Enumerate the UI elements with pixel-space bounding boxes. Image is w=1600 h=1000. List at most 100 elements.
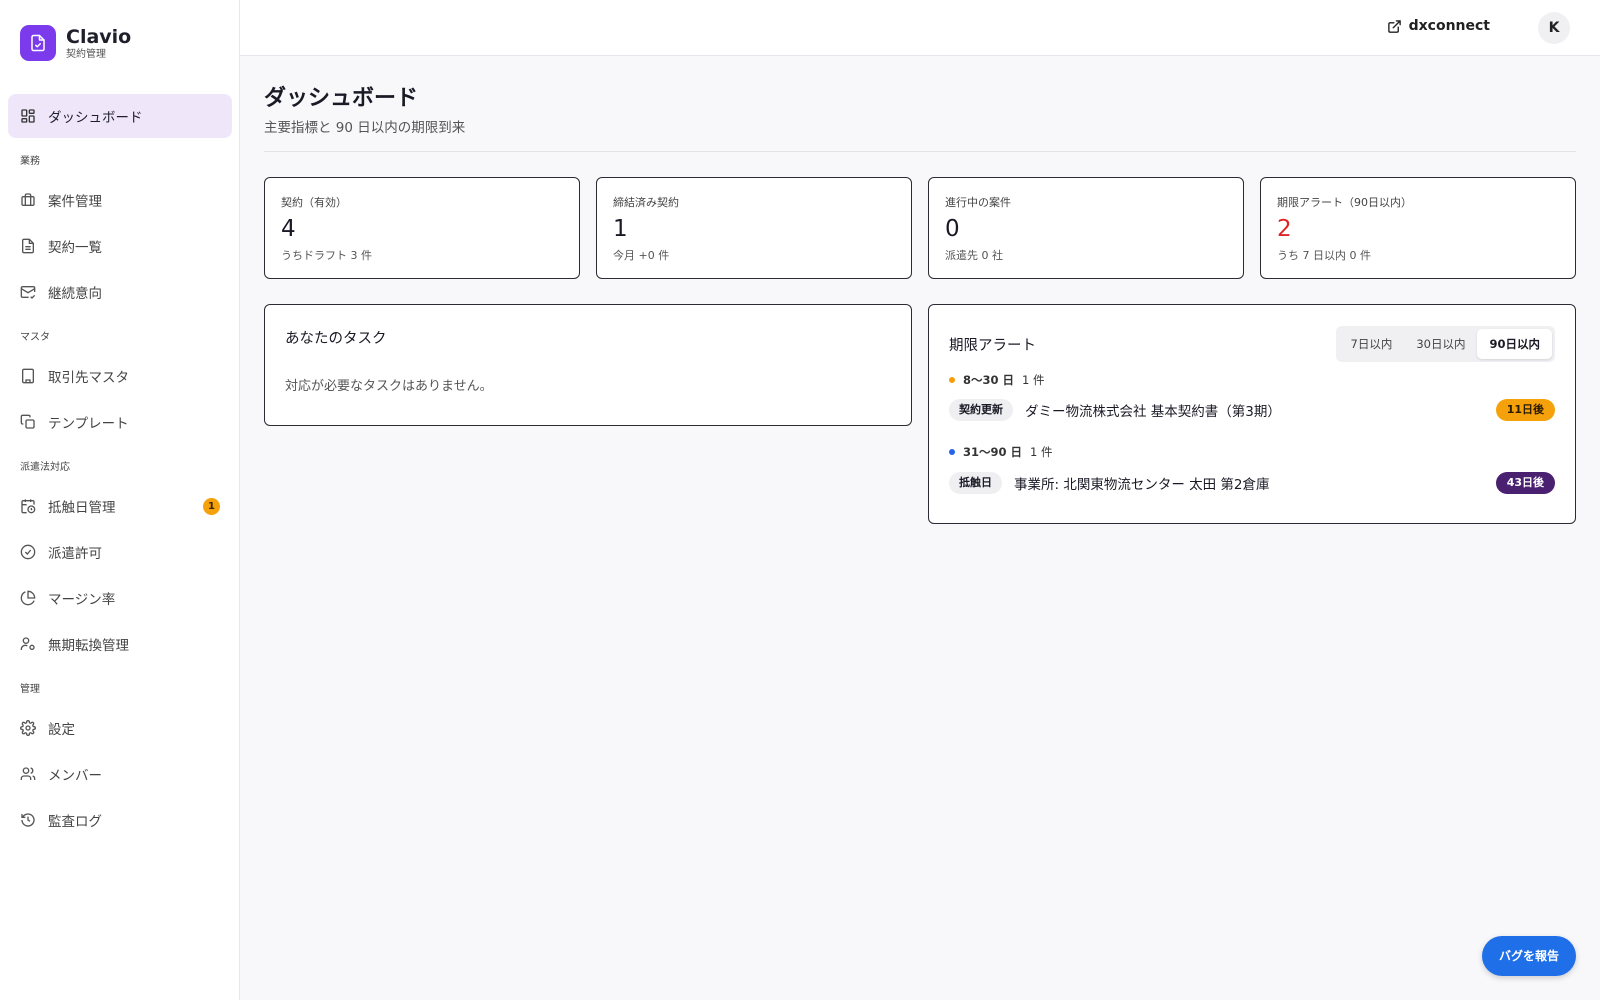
gear-icon	[20, 720, 36, 736]
sidebar-item-margin-rate[interactable]: マージン率	[8, 576, 232, 620]
brand-logo-icon	[20, 25, 56, 61]
sidebar-item-audit-log[interactable]: 監査ログ	[8, 798, 232, 842]
tab-90-days[interactable]: 90日以内	[1477, 329, 1552, 359]
sidebar-item-label: メンバー	[48, 768, 102, 784]
external-link-label: dxconnect	[1408, 18, 1490, 34]
alerts-title: 期限アラート	[949, 338, 1036, 354]
alert-group-count: 1 件	[1030, 445, 1053, 459]
document-icon	[20, 238, 36, 254]
sidebar-item-label: 抵触日管理	[48, 500, 116, 516]
sidebar-item-label: 契約一覧	[48, 240, 102, 256]
sidebar-item-projects[interactable]: 案件管理	[8, 178, 232, 222]
sidebar-item-label: マージン率	[48, 592, 116, 608]
sidebar-item-label: 派遣許可	[48, 546, 102, 562]
dashboard-icon	[20, 108, 36, 124]
page-subtitle: 主要指標と 90 日以内の期限到来	[264, 120, 466, 136]
alert-item[interactable]: 抵触日 事業所: 北関東物流センター 太田 第2倉庫 43日後	[949, 472, 1555, 494]
sidebar-item-continuation[interactable]: 継続意向	[8, 270, 232, 314]
kpi-card-signed-contracts: 締結済み契約 1 今月 +0 件	[596, 177, 912, 279]
brand-name: Clavio	[66, 25, 132, 48]
building-icon	[20, 368, 36, 384]
kpi-sub: うちドラフト 3 件	[281, 249, 372, 262]
sidebar-item-label: 無期転換管理	[48, 638, 129, 654]
kpi-card-active-projects: 進行中の案件 0 派遣先 0 社	[928, 177, 1244, 279]
external-link[interactable]: dxconnect	[1387, 18, 1490, 34]
tab-7-days[interactable]: 7日以内	[1339, 329, 1405, 359]
range-segmented-control: 7日以内 30日以内 90日以内	[1335, 326, 1555, 362]
alert-type-tag: 抵触日	[949, 472, 1002, 494]
deadline-alerts-card: 期限アラート 7日以内 30日以内 90日以内 8〜30 日 1 件 契約更新 …	[928, 304, 1576, 524]
avatar[interactable]: K	[1538, 12, 1570, 44]
tasks-title: あなたのタスク	[285, 331, 387, 347]
notification-badge: 1	[203, 498, 220, 515]
kpi-sub: 今月 +0 件	[613, 249, 670, 262]
divider	[264, 151, 1576, 152]
tab-30-days[interactable]: 30日以内	[1404, 329, 1477, 359]
sidebar-item-settings[interactable]: 設定	[8, 706, 232, 750]
alert-group-header: 8〜30 日 1 件	[949, 372, 1045, 388]
sidebar-item-label: 案件管理	[48, 194, 102, 210]
alert-item-title: ダミー物流株式会社 基本契約書（第3期）	[1025, 404, 1281, 420]
user-cog-icon	[20, 636, 36, 652]
mail-check-icon	[20, 284, 36, 300]
sidebar-item-label: テンプレート	[48, 416, 129, 432]
sidebar-item-label: 取引先マスタ	[48, 370, 129, 386]
kpi-sub: 派遣先 0 社	[945, 249, 1003, 262]
sidebar: Clavio 契約管理 ダッシュボード 業務 案件管理 契約一覧 継続意向 マス…	[0, 0, 240, 1000]
sidebar-item-label: ダッシュボード	[48, 110, 143, 126]
alert-group-count: 1 件	[1022, 373, 1045, 387]
copy-icon	[20, 414, 36, 430]
sidebar-item-label: 設定	[48, 722, 75, 738]
report-bug-button[interactable]: バグを報告	[1481, 936, 1576, 976]
kpi-card-active-contracts: 契約（有効） 4 うちドラフト 3 件	[264, 177, 580, 279]
sidebar-section-title: 業務	[20, 156, 40, 167]
sidebar-item-dashboard[interactable]: ダッシュボード	[8, 94, 232, 138]
kpi-label: 進行中の案件	[945, 196, 1011, 209]
brand-subtitle: 契約管理	[66, 48, 106, 60]
briefcase-icon	[20, 192, 36, 208]
alert-group-range: 8〜30 日	[963, 373, 1015, 387]
kpi-value: 4	[281, 216, 296, 242]
due-badge: 43日後	[1495, 472, 1555, 494]
page-title: ダッシュボード	[264, 86, 419, 111]
kpi-card-deadline-alerts: 期限アラート（90日以内） 2 うち 7 日以内 0 件	[1260, 177, 1576, 279]
users-icon	[20, 766, 36, 782]
sidebar-item-indefinite-conversion[interactable]: 無期転換管理	[8, 622, 232, 666]
sidebar-section-title: 派遣法対応	[20, 462, 70, 473]
top-bar: dxconnect K	[240, 0, 1600, 56]
sidebar-section-title: 管理	[20, 684, 40, 695]
alert-group-range: 31〜90 日	[963, 445, 1023, 459]
kpi-sub: うち 7 日以内 0 件	[1277, 249, 1371, 262]
sidebar-nav: ダッシュボード 業務 案件管理 契約一覧 継続意向 マスタ 取引先マスタ テンプ…	[8, 94, 232, 844]
sidebar-item-members[interactable]: メンバー	[8, 752, 232, 796]
sidebar-item-templates[interactable]: テンプレート	[8, 400, 232, 444]
alert-type-tag: 契約更新	[949, 399, 1013, 421]
tasks-card: あなたのタスク 対応が必要なタスクはありません。	[264, 304, 912, 426]
blue-dot-icon	[949, 449, 955, 455]
sidebar-item-dispatch-permit[interactable]: 派遣許可	[8, 530, 232, 574]
kpi-label: 期限アラート（90日以内）	[1277, 196, 1412, 209]
kpi-label: 契約（有効）	[281, 196, 347, 209]
sidebar-item-clients[interactable]: 取引先マスタ	[8, 354, 232, 398]
kpi-value: 2	[1277, 216, 1292, 242]
alert-group-header: 31〜90 日 1 件	[949, 444, 1053, 460]
history-icon	[20, 812, 36, 828]
sidebar-item-label: 監査ログ	[48, 814, 102, 830]
kpi-value: 1	[613, 216, 628, 242]
kpi-value: 0	[945, 216, 960, 242]
sidebar-section-title: マスタ	[20, 332, 50, 343]
tasks-empty-message: 対応が必要なタスクはありません。	[285, 379, 493, 394]
external-link-icon	[1387, 19, 1401, 33]
brand[interactable]: Clavio 契約管理	[20, 25, 131, 61]
sidebar-item-contracts[interactable]: 契約一覧	[8, 224, 232, 268]
pie-chart-icon	[20, 590, 36, 606]
alert-item-title: 事業所: 北関東物流センター 太田 第2倉庫	[1014, 477, 1270, 493]
orange-dot-icon	[949, 377, 955, 383]
sidebar-item-label: 継続意向	[48, 286, 102, 302]
calendar-clock-icon	[20, 498, 36, 514]
kpi-label: 締結済み契約	[613, 196, 679, 209]
due-badge: 11日後	[1495, 399, 1555, 421]
alert-item[interactable]: 契約更新 ダミー物流株式会社 基本契約書（第3期） 11日後	[949, 399, 1555, 421]
check-circle-icon	[20, 544, 36, 560]
sidebar-item-conflict-date[interactable]: 抵触日管理 1	[8, 484, 232, 528]
